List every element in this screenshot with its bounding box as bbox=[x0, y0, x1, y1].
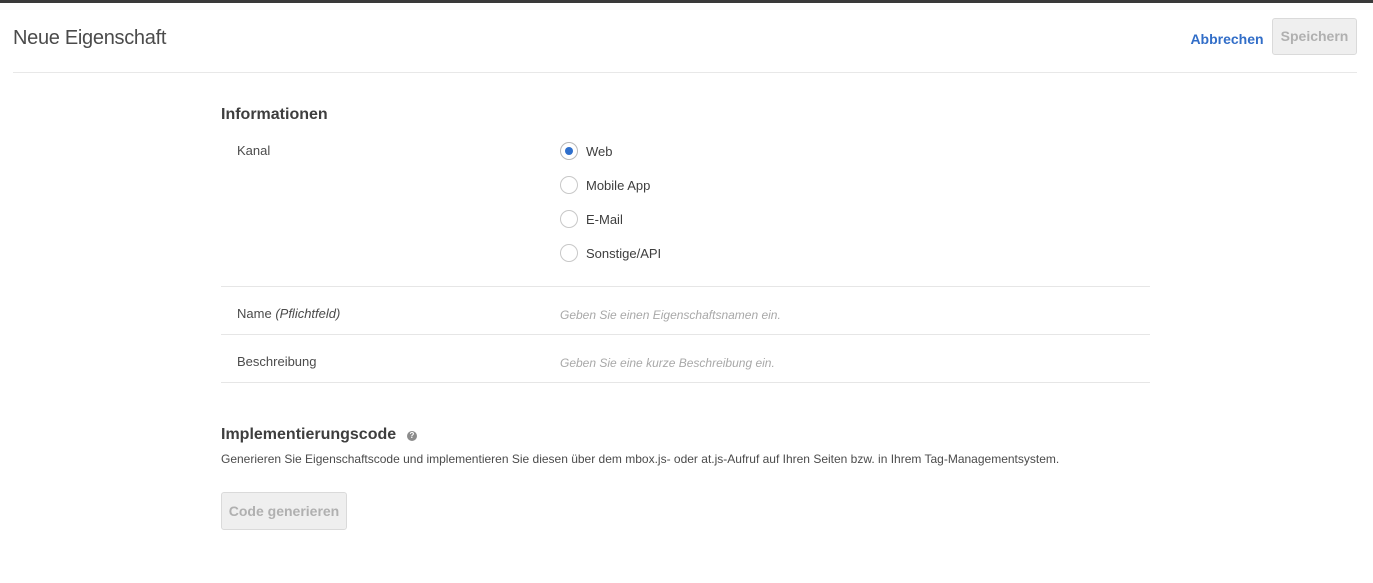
field-divider bbox=[221, 286, 1150, 287]
section-title-informationen: Informationen bbox=[221, 106, 328, 123]
radio-sonstige-api[interactable]: Sonstige/API bbox=[560, 243, 661, 263]
description-label: Beschreibung bbox=[237, 354, 317, 369]
page-header: Neue Eigenschaft Abbrechen Speichern bbox=[0, 3, 1373, 73]
radio-label: Mobile App bbox=[586, 177, 651, 193]
generate-code-button[interactable]: Code generieren bbox=[221, 492, 347, 530]
cancel-button[interactable]: Abbrechen bbox=[1188, 25, 1266, 53]
radio-label: E-Mail bbox=[586, 211, 623, 227]
kanal-label: Kanal bbox=[237, 143, 271, 158]
question-circle-icon[interactable]: ? bbox=[407, 431, 417, 441]
radio-selected-dot bbox=[565, 147, 573, 155]
radio-circle[interactable] bbox=[560, 176, 578, 194]
name-required-hint: (Pflichtfeld) bbox=[275, 306, 341, 321]
field-divider bbox=[221, 382, 1150, 383]
radio-circle[interactable] bbox=[560, 244, 578, 262]
field-divider bbox=[221, 334, 1150, 335]
radio-web[interactable]: Web bbox=[560, 141, 613, 161]
name-input[interactable] bbox=[556, 300, 1146, 330]
header-divider bbox=[13, 72, 1357, 73]
implementation-description: Generieren Sie Eigenschaftscode und impl… bbox=[221, 452, 1060, 466]
radio-circle[interactable] bbox=[560, 142, 578, 160]
section-title-implementierungscode: Implementierungscode bbox=[221, 426, 397, 443]
radio-label: Sonstige/API bbox=[586, 245, 662, 261]
name-label: Name (Pflichtfeld) bbox=[237, 306, 340, 321]
page-title: Neue Eigenschaft bbox=[13, 27, 167, 49]
description-input[interactable] bbox=[556, 348, 1146, 378]
radio-label: Web bbox=[586, 143, 613, 159]
name-label-text: Name bbox=[237, 306, 272, 321]
radio-circle[interactable] bbox=[560, 210, 578, 228]
radio-email[interactable]: E-Mail bbox=[560, 209, 623, 229]
radio-mobile-app[interactable]: Mobile App bbox=[560, 175, 650, 195]
save-button[interactable]: Speichern bbox=[1272, 18, 1357, 55]
